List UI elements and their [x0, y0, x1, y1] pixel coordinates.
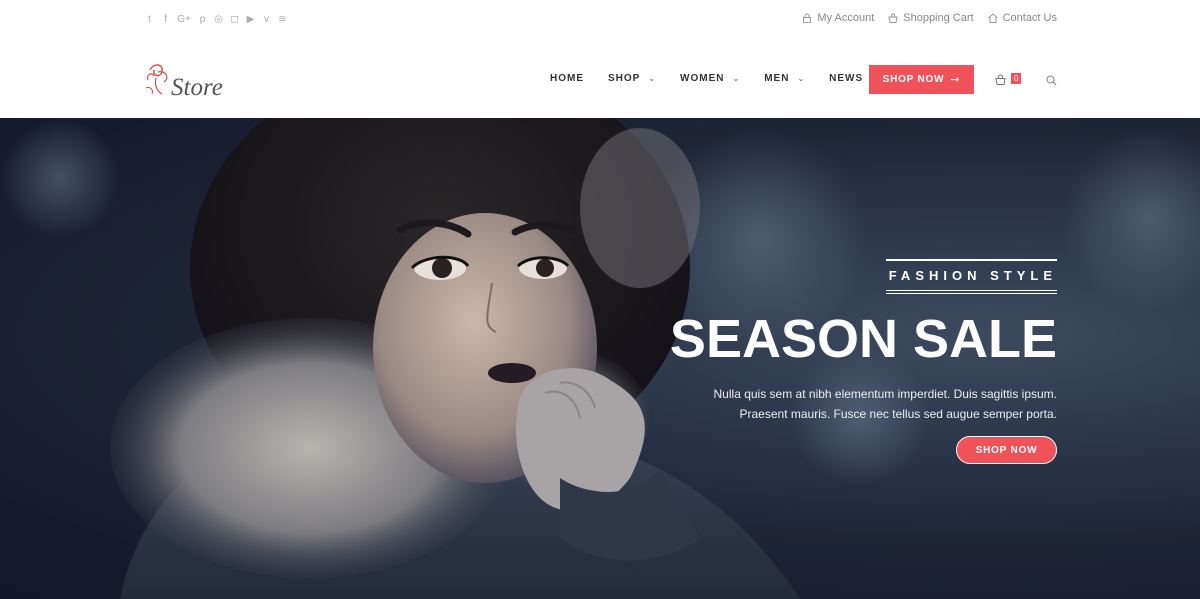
hero-shop-now-label: SHOP NOW — [975, 444, 1038, 456]
shopping-bag-icon — [995, 74, 1006, 85]
hero-banner: FASHION STYLE SEASON SALE Nulla quis sem… — [0, 118, 1200, 599]
vimeo-icon[interactable]: v — [261, 13, 272, 26]
twitter-icon[interactable]: t — [144, 13, 155, 26]
search-button[interactable] — [1046, 73, 1057, 91]
shop-now-label: SHOP NOW — [882, 74, 945, 85]
nav-shop-label: SHOP — [608, 73, 641, 84]
hero-subtext-line-1: Nulla quis sem at nibh elementum imperdi… — [713, 387, 1057, 401]
hero-text-block: FASHION STYLE SEASON SALE Nulla quis sem… — [670, 259, 1057, 424]
top-links: My Account Shopping Cart Contact Us — [802, 12, 1057, 24]
top-bar: t f G+ p ◎ ◻ ▶ v ≋ My Account Shopping C… — [0, 0, 1200, 40]
my-account-label: My Account — [817, 12, 875, 24]
hero-shop-now-button[interactable]: SHOP NOW — [956, 436, 1057, 464]
home-icon — [987, 13, 998, 23]
nav-shop[interactable]: SHOP ⌄ — [608, 73, 656, 84]
shopping-cart-label: Shopping Cart — [903, 12, 974, 24]
google-plus-icon[interactable]: G+ — [176, 13, 192, 26]
social-links: t f G+ p ◎ ◻ ▶ v ≋ — [144, 13, 288, 26]
cart-count-badge: 0 — [1011, 73, 1022, 84]
my-account-link[interactable]: My Account — [802, 12, 874, 24]
nav-news-label: NEWS — [829, 73, 864, 84]
cart-button[interactable]: 0 — [995, 72, 1022, 90]
facebook-icon[interactable]: f — [160, 13, 171, 26]
nav-news[interactable]: NEWS — [829, 73, 863, 84]
contact-us-label: Contact Us — [1002, 12, 1057, 24]
shop-now-button[interactable]: SHOP NOW ➞ — [869, 65, 974, 94]
pinterest-icon[interactable]: p — [197, 13, 208, 26]
contact-us-link[interactable]: Contact Us — [987, 12, 1057, 24]
hero-kicker: FASHION STYLE — [885, 259, 1057, 294]
nav-men[interactable]: MEN ⌄ — [764, 73, 805, 84]
lock-icon — [803, 13, 812, 23]
dribbble-icon[interactable]: ◎ — [213, 13, 224, 26]
hero-subtext-line-2: Praesent mauris. Fusce nec tellus sed au… — [739, 407, 1058, 421]
shopping-bag-icon — [888, 13, 898, 23]
search-icon — [1046, 75, 1057, 86]
store-logo[interactable]: Store — [144, 56, 254, 106]
nav-men-label: MEN — [764, 73, 790, 84]
site-header: Store HOME SHOP ⌄ WOMEN ⌄ MEN ⌄ NEWS SHOP N… — [0, 40, 1200, 118]
logo-flower-icon — [145, 64, 168, 95]
nav-women-label: WOMEN — [680, 73, 725, 84]
instagram-icon[interactable]: ◻ — [229, 13, 240, 26]
logo-text: Store — [171, 74, 223, 101]
nav-women[interactable]: WOMEN ⌄ — [680, 73, 740, 84]
arrow-right-icon: ➞ — [950, 74, 961, 86]
main-nav: HOME SHOP ⌄ WOMEN ⌄ MEN ⌄ NEWS — [550, 73, 887, 84]
shopping-cart-link[interactable]: Shopping Cart — [888, 12, 974, 24]
nav-home-label: HOME — [550, 73, 584, 84]
rss-icon[interactable]: ≋ — [277, 13, 288, 26]
chevron-down-icon: ⌄ — [648, 74, 657, 83]
chevron-down-icon: ⌄ — [797, 74, 806, 83]
chevron-down-icon: ⌄ — [732, 74, 741, 83]
youtube-icon[interactable]: ▶ — [245, 13, 256, 26]
nav-home[interactable]: HOME — [550, 73, 584, 84]
hero-headline: SEASON SALE — [669, 309, 1057, 369]
